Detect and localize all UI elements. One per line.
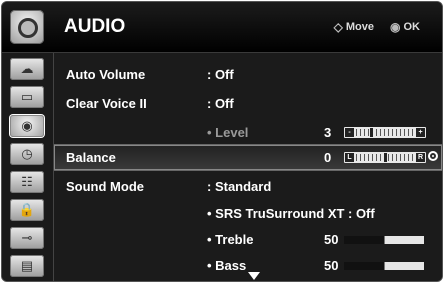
audio-settings-list: Auto Volume : Off Clear Voice II : Off •…: [54, 53, 442, 281]
category-sidebar: ☁ ▭ ◉ ◷ ☷ 🔒 ⊸ ▤: [2, 53, 54, 281]
audio-menu-window: AUDIO ◇ Move ◉ OK ☁ ▭ ◉ ◷ ☷ 🔒 ⊸ ▤ Auto V…: [1, 1, 443, 282]
treble-bar-fill: [344, 236, 385, 244]
nav-hint: ◇ Move ◉ OK: [334, 20, 420, 34]
move-icon: ◇: [333, 20, 343, 34]
usb-icon[interactable]: ▤: [10, 255, 44, 277]
input-icon[interactable]: ⊸: [10, 227, 44, 249]
balance-label: Balance: [66, 150, 116, 165]
auto-volume-label: Auto Volume: [66, 67, 146, 82]
level-slider[interactable]: - +: [344, 127, 426, 138]
ok-circle-icon: [428, 151, 438, 161]
level-plus: +: [416, 128, 425, 137]
picture-icon[interactable]: ☁: [10, 58, 44, 80]
bass-label: • Bass: [207, 258, 247, 273]
page-title: AUDIO: [64, 16, 126, 37]
balance-slider[interactable]: L R: [344, 152, 426, 163]
treble-row[interactable]: • Treble 50: [54, 227, 442, 252]
srs-row[interactable]: • SRS TruSurround XT : Off: [54, 201, 442, 226]
sound-mode-value: : Standard: [207, 179, 272, 194]
ok-icon: ◉: [390, 20, 401, 34]
treble-bar[interactable]: [344, 236, 424, 244]
treble-label: • Treble: [207, 232, 254, 247]
level-value: 3: [324, 125, 332, 140]
clear-voice-row[interactable]: Clear Voice II : Off: [54, 91, 442, 116]
option-icon[interactable]: ☷: [10, 171, 44, 193]
auto-volume-row[interactable]: Auto Volume : Off: [54, 62, 442, 87]
balance-row[interactable]: Balance 0 L R: [54, 144, 442, 171]
screen-icon[interactable]: ▭: [10, 86, 44, 108]
audio-icon[interactable]: ◉: [10, 115, 44, 137]
time-icon[interactable]: ◷: [10, 143, 44, 165]
lock-icon[interactable]: 🔒: [10, 199, 44, 221]
balance-value: 0: [324, 150, 332, 165]
audio-icon: [10, 10, 44, 44]
bass-value: 50: [324, 258, 339, 273]
ok-label: OK: [403, 21, 421, 33]
srs-label: • SRS TruSurround XT: [207, 206, 345, 221]
balance-right: R: [416, 153, 425, 162]
level-row[interactable]: • Level 3 - +: [54, 120, 442, 145]
sound-mode-row[interactable]: Sound Mode : Standard: [54, 174, 442, 199]
clear-voice-label: Clear Voice II: [66, 96, 147, 111]
level-label: • Level: [207, 125, 249, 140]
menu-header: AUDIO ◇ Move ◉ OK: [2, 2, 442, 53]
sound-mode-label: Sound Mode: [66, 179, 144, 194]
bass-bar[interactable]: [344, 262, 424, 270]
bass-bar-fill: [344, 262, 385, 270]
auto-volume-value: : Off: [207, 67, 234, 82]
treble-value: 50: [324, 232, 339, 247]
level-slider-thumb[interactable]: [370, 128, 373, 137]
balance-slider-thumb[interactable]: [384, 153, 387, 162]
level-minus: -: [345, 128, 354, 137]
clear-voice-value: : Off: [207, 96, 234, 111]
scroll-down-arrow-icon[interactable]: [248, 272, 260, 280]
balance-left: L: [345, 153, 354, 162]
srs-value: : Off: [348, 206, 375, 221]
move-label: Move: [345, 21, 375, 33]
